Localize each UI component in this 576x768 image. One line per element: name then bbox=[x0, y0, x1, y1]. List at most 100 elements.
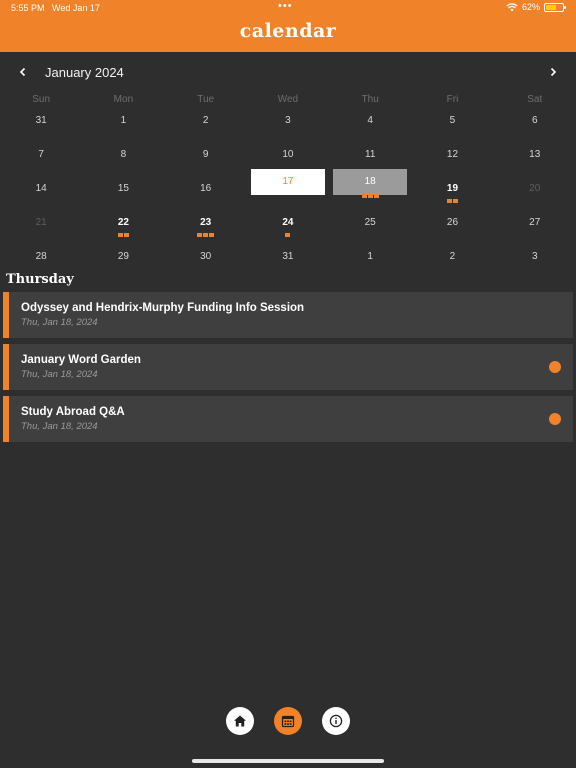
event-status-dot bbox=[549, 361, 561, 373]
info-button[interactable] bbox=[322, 707, 350, 735]
calendar-day[interactable]: 1 bbox=[82, 107, 164, 141]
event-marker bbox=[285, 233, 291, 237]
status-indicators: 62% bbox=[506, 2, 566, 12]
chevron-left-icon[interactable] bbox=[14, 64, 32, 82]
event-title: Study Abroad Q&A bbox=[21, 406, 125, 418]
day-number: 2 bbox=[449, 251, 456, 262]
calendar-day[interactable]: 14 bbox=[0, 175, 82, 209]
home-button[interactable] bbox=[226, 707, 254, 735]
event-status-dot bbox=[549, 413, 561, 425]
calendar-day[interactable]: 22 bbox=[82, 209, 164, 243]
multitasking-dots-icon[interactable]: ••• bbox=[278, 0, 293, 12]
calendar-day[interactable]: 6 bbox=[494, 107, 576, 141]
calendar-day[interactable]: 29 bbox=[82, 243, 164, 277]
app-header: 5:55 PM Wed Jan 17 ••• 62% calendar bbox=[0, 0, 576, 52]
day-number: 8 bbox=[120, 149, 127, 160]
chevron-right-icon[interactable] bbox=[544, 64, 562, 82]
day-number: 1 bbox=[367, 251, 373, 262]
event-marker bbox=[373, 194, 379, 198]
status-date: Wed Jan 17 bbox=[52, 3, 100, 13]
calendar-day[interactable]: 9 bbox=[165, 141, 247, 175]
calendar-week-row: 31 1 2 3 4 5 6 bbox=[0, 107, 576, 141]
event-marker bbox=[209, 233, 215, 237]
day-number: 22 bbox=[117, 217, 129, 228]
day-number: 20 bbox=[529, 183, 541, 194]
day-number: 28 bbox=[35, 251, 47, 262]
event-card[interactable]: Study Abroad Q&A Thu, Jan 18, 2024 bbox=[3, 396, 573, 442]
calendar-day[interactable]: 2 bbox=[411, 243, 493, 277]
calendar-day[interactable]: 7 bbox=[0, 141, 82, 175]
calendar-day[interactable]: 4 bbox=[329, 107, 411, 141]
wifi-icon bbox=[506, 2, 518, 11]
calendar-day[interactable]: 21 bbox=[0, 209, 82, 243]
calendar-day[interactable]: 19 bbox=[411, 175, 493, 209]
day-number: 3 bbox=[531, 251, 538, 262]
event-marker bbox=[197, 233, 203, 237]
calendar-day[interactable]: 20 bbox=[494, 175, 576, 209]
weekday-label: Wed bbox=[277, 94, 299, 105]
month-label: January 2024 bbox=[45, 65, 124, 80]
event-date: Thu, Jan 18, 2024 bbox=[21, 421, 98, 432]
day-number: 4 bbox=[367, 115, 373, 126]
day-number: 1 bbox=[120, 115, 127, 126]
calendar-day[interactable]: 15 bbox=[82, 175, 164, 209]
home-icon bbox=[234, 715, 246, 727]
calendar-day[interactable]: 31 bbox=[0, 107, 82, 141]
calendar-day[interactable]: 13 bbox=[494, 141, 576, 175]
weekday-label: Mon bbox=[113, 94, 134, 105]
event-date: Thu, Jan 18, 2024 bbox=[21, 369, 98, 380]
calendar-day[interactable]: 2 bbox=[165, 107, 247, 141]
calendar-day[interactable]: 5 bbox=[411, 107, 493, 141]
calendar-day[interactable]: 26 bbox=[411, 209, 493, 243]
calendar-day[interactable]: 8 bbox=[82, 141, 164, 175]
day-number: 5 bbox=[449, 115, 456, 126]
event-card[interactable]: January Word Garden Thu, Jan 18, 2024 bbox=[3, 344, 573, 390]
day-number: 18 bbox=[364, 176, 376, 187]
weekday-label: Thu bbox=[361, 94, 379, 105]
calendar-grid: 31 1 2 3 4 5 6 7 8 9 10 11 12 13 14 15 16 17 18 19 20 21 22 23 2… bbox=[0, 107, 576, 277]
calendar-day-selected[interactable]: 18 bbox=[329, 169, 411, 209]
day-number: 26 bbox=[446, 217, 459, 228]
calendar-day[interactable]: 25 bbox=[329, 209, 411, 243]
home-indicator[interactable] bbox=[192, 759, 384, 763]
day-number: 11 bbox=[365, 149, 376, 160]
event-indicator bbox=[82, 233, 164, 237]
event-indicator bbox=[329, 194, 411, 198]
calendar-day[interactable]: 30 bbox=[165, 243, 247, 277]
weekday-label: Tue bbox=[197, 94, 215, 105]
day-number: 16 bbox=[200, 183, 212, 194]
calendar-day[interactable]: 3 bbox=[247, 107, 329, 141]
day-number: 31 bbox=[282, 251, 294, 262]
calendar-day[interactable]: 23 bbox=[165, 209, 247, 243]
calendar-day[interactable]: 31 bbox=[247, 243, 329, 277]
calendar-day[interactable]: 27 bbox=[494, 209, 576, 243]
event-indicator bbox=[165, 233, 247, 237]
battery-percent: 62% bbox=[521, 2, 540, 12]
bottom-navigation bbox=[0, 707, 576, 737]
weekday-label: Sun bbox=[32, 94, 51, 105]
event-card[interactable]: Odyssey and Hendrix-Murphy Funding Info … bbox=[3, 292, 573, 338]
calendar-day[interactable]: 16 bbox=[165, 175, 247, 209]
calendar-day[interactable]: 3 bbox=[494, 243, 576, 277]
day-number: 3 bbox=[285, 115, 291, 126]
day-number: 31 bbox=[35, 115, 47, 126]
day-number: 15 bbox=[117, 183, 129, 194]
event-indicator bbox=[411, 199, 493, 203]
calendar-day[interactable]: 1 bbox=[329, 243, 411, 277]
day-number: 25 bbox=[364, 217, 376, 228]
app-title: calendar bbox=[239, 20, 337, 42]
day-number: 23 bbox=[200, 217, 212, 228]
day-number: 30 bbox=[200, 251, 212, 262]
day-number: 10 bbox=[282, 149, 294, 160]
weekday-label: Sat bbox=[527, 94, 543, 105]
calendar-button[interactable] bbox=[274, 707, 302, 735]
calendar-day-today[interactable]: 17 bbox=[247, 169, 329, 209]
day-number: 2 bbox=[202, 115, 209, 126]
calendar-day[interactable]: 24 bbox=[247, 209, 329, 243]
day-number: 12 bbox=[446, 149, 459, 160]
day-number: 6 bbox=[531, 115, 538, 126]
day-number: 13 bbox=[529, 149, 541, 160]
day-number: 7 bbox=[38, 149, 44, 160]
calendar-day[interactable]: 12 bbox=[411, 141, 493, 175]
day-number: 14 bbox=[35, 183, 47, 194]
